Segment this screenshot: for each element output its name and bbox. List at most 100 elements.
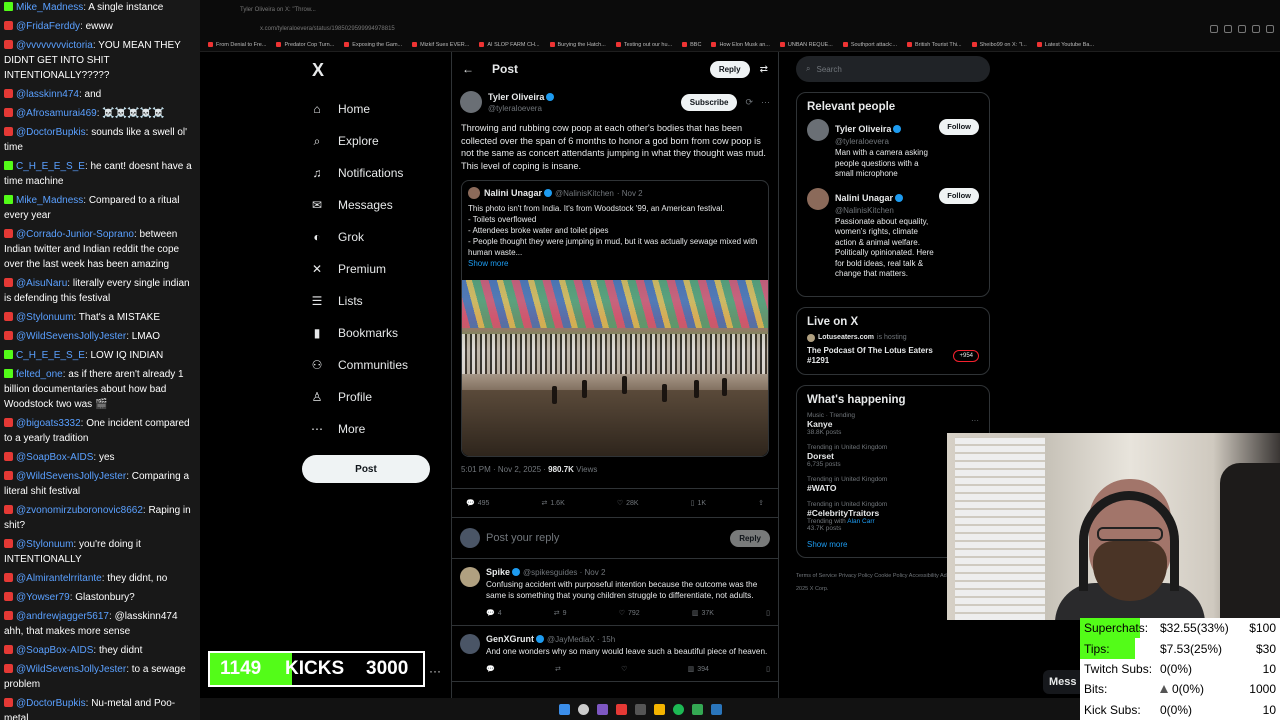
grok-icon[interactable]: ⟳ — [745, 97, 753, 108]
nav-item-premium[interactable]: ✕ Premium — [302, 253, 442, 285]
chat-username[interactable]: @zvonomirzuboronovic8662 — [16, 505, 143, 516]
nav-item-bookmarks[interactable]: ▮ Bookmarks — [302, 317, 442, 349]
reply-submit-button[interactable]: Reply — [730, 529, 770, 547]
author-name[interactable]: Tyler Oliveira — [488, 92, 544, 102]
chat-username[interactable]: @Afrosamurai469 — [16, 108, 97, 119]
quoted-post[interactable]: Nalini Unagar @NalinisKitchen · Nov 2 Th… — [461, 180, 769, 457]
bookmark-item[interactable]: UNBAN REQUE... — [780, 42, 833, 48]
avatar[interactable] — [807, 187, 829, 210]
trend-name[interactable]: Kanye — [807, 419, 979, 429]
bookmark-item[interactable]: Sheibo99 on X: "I... — [972, 42, 1027, 48]
person-handle[interactable]: @tyleraloevera — [835, 137, 935, 146]
follow-button[interactable]: Follow — [939, 119, 979, 135]
nav-item-lists[interactable]: ☰ Lists — [302, 285, 442, 317]
follow-button[interactable]: Follow — [939, 187, 979, 204]
reply-action[interactable]: 💬 495 — [466, 499, 489, 508]
back-arrow-icon[interactable]: ← — [462, 62, 474, 76]
bookmark-item[interactable]: Southport attack:... — [843, 42, 897, 48]
bookmark-item[interactable]: AI SLOP FARM CH... — [479, 42, 539, 48]
more-options-icon[interactable]: ··· — [761, 97, 770, 107]
extensions-icon[interactable] — [1238, 25, 1246, 33]
chat-username[interactable]: @WildSevensJollyJester — [16, 471, 126, 482]
reply-composer[interactable]: Post your reply Reply — [452, 518, 778, 559]
chat-username[interactable]: @FridaFerddy — [16, 21, 80, 32]
avatar[interactable] — [807, 119, 829, 141]
woodstock-photo[interactable] — [462, 280, 768, 456]
reply-post[interactable]: GenXGrunt @JayMediaX · 15h And one wonders… — [452, 626, 778, 682]
chat-username[interactable]: @lasskinn474 — [16, 89, 79, 100]
menu-icon[interactable] — [1266, 25, 1274, 33]
bookmark-item[interactable]: How Elon Musk an... — [711, 42, 769, 48]
steam-icon[interactable] — [710, 703, 722, 715]
reply-author-name[interactable]: Spike — [486, 567, 510, 577]
nav-item-grok[interactable]: ◐ Grok — [302, 221, 442, 253]
start-icon[interactable] — [558, 703, 570, 715]
url-text[interactable]: x.com/tyleraloevera/status/1985029599994… — [260, 26, 1210, 32]
more-options-icon[interactable]: ··· — [971, 416, 979, 425]
subscribe-button[interactable]: Subscribe — [680, 93, 738, 111]
chat-username[interactable]: @AisuNaru — [16, 278, 67, 289]
chat-username[interactable]: felted_one — [16, 369, 63, 380]
browser-tab[interactable]: Tyler Oliveira on X: "Throw... — [240, 7, 316, 13]
bookmark-action[interactable]: ▯ 1K — [691, 499, 706, 508]
bookmark-action[interactable]: ▯ — [766, 665, 770, 673]
search-icon[interactable] — [577, 703, 589, 715]
chat-username[interactable]: C_H_E_E_S_E — [16, 350, 85, 361]
more-dots-icon[interactable]: ··· — [429, 664, 441, 678]
like-action[interactable]: ♡ 28K — [617, 499, 639, 508]
address-bar[interactable]: x.com/tyleraloevera/status/1985029599994… — [200, 20, 1280, 38]
reply-action[interactable]: 💬 — [486, 665, 498, 673]
repost-action[interactable]: ⇄ 9 — [554, 609, 567, 618]
bookmark-item[interactable]: From Denial to Fre... — [208, 42, 266, 48]
chat-username[interactable]: @SoapBox-AIDS — [16, 645, 93, 656]
nav-item-messages[interactable]: ✉ Messages — [302, 189, 442, 221]
person-handle[interactable]: @NalinisKitchen — [835, 206, 935, 215]
chat-username[interactable]: @WildSevensJollyJester — [16, 664, 126, 675]
bookmark-item[interactable]: Predator Cop Turn... — [276, 42, 334, 48]
bookmark-star-icon[interactable] — [1224, 25, 1232, 33]
chat-username[interactable]: @WildSevensJollyJester — [16, 331, 126, 342]
avatar[interactable] — [460, 567, 480, 587]
chat-username[interactable]: @Stylonuum — [16, 539, 73, 550]
folder-icon[interactable] — [653, 703, 665, 715]
reply-author-name[interactable]: GenXGrunt — [486, 634, 534, 644]
chat-username[interactable]: Mike_Madness — [16, 2, 83, 13]
app-icon[interactable] — [596, 703, 608, 715]
search-input[interactable]: ⌕ Search — [796, 56, 990, 82]
nav-item-home[interactable]: ⌂ Home — [302, 93, 442, 125]
x-logo-icon[interactable]: X — [312, 60, 442, 81]
messages-drawer-button[interactable]: Mess — [1043, 670, 1083, 694]
app-icon[interactable] — [691, 703, 703, 715]
bookmark-item[interactable]: British Tourist Thi... — [907, 42, 962, 48]
reply-input[interactable]: Post your reply — [486, 532, 730, 544]
like-action[interactable]: ♡ 792 — [619, 609, 640, 618]
chat-username[interactable]: @Stylonuum — [16, 312, 73, 323]
app-icon[interactable] — [634, 703, 646, 715]
reply-action[interactable]: 💬 4 — [486, 609, 502, 618]
reply-header-button[interactable]: Reply — [709, 60, 750, 78]
chat-username[interactable]: @SoapBox-AIDS — [16, 452, 93, 463]
bookmark-action[interactable]: ▯ — [766, 609, 770, 617]
filter-icon[interactable]: ⇄ — [760, 64, 768, 75]
repost-action[interactable]: ⇄ 1.6K — [541, 499, 564, 508]
nav-item-more[interactable]: ⋯ More — [302, 413, 442, 445]
bookmark-item[interactable]: Testing out our hu... — [616, 42, 672, 48]
person-name[interactable]: Tyler Oliveira — [835, 124, 891, 134]
chat-username[interactable]: C_H_E_E_S_E — [16, 161, 85, 172]
chat-username[interactable]: @DoctorBupkis — [16, 127, 86, 138]
trend-item[interactable]: Music · Trending Kanye 38.8K posts ··· — [807, 412, 979, 436]
views-action[interactable]: ▥ 394 — [688, 665, 709, 674]
nav-item-profile[interactable]: ♙ Profile — [302, 381, 442, 413]
views-action[interactable]: ▥ 37K — [692, 609, 714, 618]
reply-author-handle[interactable]: @JayMediaX · 15h — [547, 635, 615, 644]
reply-author-handle[interactable]: @spikesguides · Nov 2 — [523, 568, 605, 577]
chat-username[interactable]: @DoctorBupkis — [16, 698, 86, 709]
bookmark-item[interactable]: BBC — [682, 42, 701, 48]
chat-username[interactable]: @Almirantelrritante — [16, 573, 102, 584]
zoom-icon[interactable] — [1210, 25, 1218, 33]
repost-action[interactable]: ⇄ — [555, 665, 564, 673]
avatar[interactable] — [460, 91, 482, 113]
nav-item-explore[interactable]: ⌕ Explore — [302, 125, 442, 157]
chat-username[interactable]: Mike_Madness — [16, 195, 83, 206]
nav-item-notifications[interactable]: ♫ Notifications — [302, 157, 442, 189]
